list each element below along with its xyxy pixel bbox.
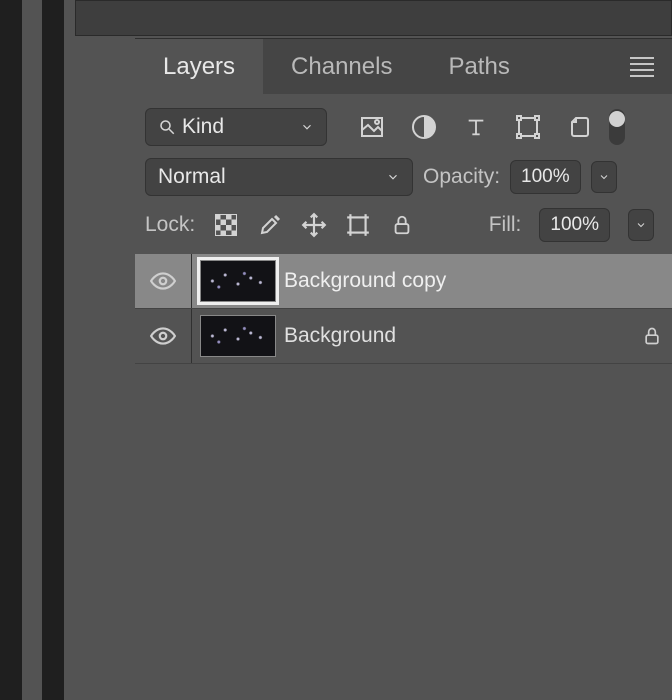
shape-layer-filter-icon[interactable]	[515, 114, 541, 140]
blend-mode-dropdown[interactable]: Normal	[145, 158, 413, 196]
search-icon	[158, 118, 176, 136]
visibility-toggle-eye-icon[interactable]	[135, 327, 191, 345]
layer-thumbnail[interactable]	[200, 315, 276, 357]
chevron-down-icon	[300, 120, 314, 134]
lock-pixels-brush-icon[interactable]	[257, 212, 283, 238]
type-layer-filter-icon[interactable]	[463, 114, 489, 140]
blend-mode-label: Normal	[158, 165, 386, 189]
layer-thumbnail[interactable]	[200, 260, 276, 302]
tab-layers[interactable]: Layers	[135, 39, 263, 94]
lock-transparency-icon[interactable]	[213, 212, 239, 238]
lock-icon	[632, 326, 672, 346]
tab-channels[interactable]: Channels	[263, 39, 420, 94]
filter-toggle[interactable]	[609, 109, 625, 145]
panel-tabs: Layers Channels Paths	[135, 38, 672, 94]
fill-input[interactable]: 100%	[539, 208, 610, 242]
layer-item[interactable]: Background copy	[135, 254, 672, 309]
opacity-input[interactable]: 100%	[510, 160, 581, 194]
layer-name[interactable]: Background	[284, 324, 632, 348]
tab-paths[interactable]: Paths	[420, 39, 537, 94]
pixel-layer-filter-icon[interactable]	[359, 114, 385, 140]
opacity-dropdown-button[interactable]	[591, 161, 617, 193]
fill-label[interactable]: Fill:	[489, 213, 522, 237]
adjustment-layer-filter-icon[interactable]	[411, 114, 437, 140]
opacity-label[interactable]: Opacity:	[423, 165, 500, 189]
lock-all-icon[interactable]	[389, 212, 415, 238]
lock-label: Lock:	[145, 213, 195, 237]
layer-name[interactable]: Background copy	[284, 269, 672, 293]
layers-list: Background copy Background	[135, 254, 672, 364]
smart-object-filter-icon[interactable]	[567, 114, 593, 140]
lock-artboard-icon[interactable]	[345, 212, 371, 238]
filter-label: Kind	[182, 115, 294, 139]
lock-position-move-icon[interactable]	[301, 212, 327, 238]
panel-menu-button[interactable]	[630, 57, 654, 77]
layer-item[interactable]: Background	[135, 309, 672, 364]
chevron-down-icon	[386, 170, 400, 184]
layers-panel: Layers Channels Paths Kind	[135, 38, 672, 374]
visibility-toggle-eye-icon[interactable]	[135, 272, 191, 290]
fill-dropdown-button[interactable]	[628, 209, 654, 241]
filter-type-dropdown[interactable]: Kind	[145, 108, 327, 146]
